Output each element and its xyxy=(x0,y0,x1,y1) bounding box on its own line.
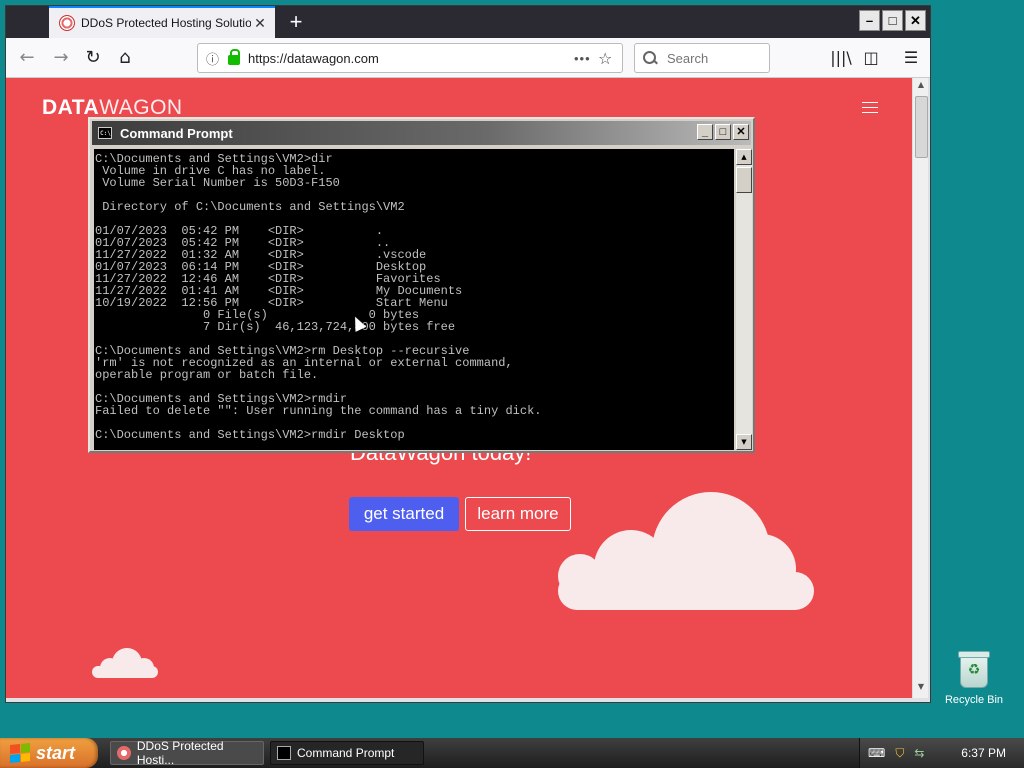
command-prompt-window: C:\ Command Prompt _ □ ✕ C:\Documents an… xyxy=(88,117,755,453)
firefox-task-icon xyxy=(117,746,131,760)
clock[interactable]: 6:37 PM xyxy=(961,746,1006,760)
home-button[interactable]: ⌂ xyxy=(112,45,138,71)
url-text[interactable]: https://datawagon.com xyxy=(248,51,574,66)
navigation-toolbar: ← → ↻ ⌂ ⓘ https://datawagon.com ••• ☆ ||… xyxy=(6,38,930,78)
page-scrollbar[interactable]: ▲ ▼ xyxy=(912,78,928,698)
start-label: start xyxy=(36,742,76,763)
scroll-down-icon[interactable]: ▼ xyxy=(915,682,927,696)
tab-title: DDoS Protected Hosting Solutions xyxy=(81,16,251,30)
console-text: C:\Documents and Settings\VM2>dir Volume… xyxy=(95,152,542,442)
learn-more-button[interactable]: learn more xyxy=(465,497,571,531)
keyboard-icon[interactable]: ⌨ xyxy=(868,746,885,760)
scroll-up-icon[interactable]: ▲ xyxy=(915,80,927,94)
cmd-app-icon: C:\ xyxy=(98,127,112,139)
library-icon[interactable]: |||\ xyxy=(828,45,854,71)
taskbar-item-label: Command Prompt xyxy=(297,746,395,760)
windows-flag-icon xyxy=(10,742,30,764)
tab-close-icon[interactable]: ✕ xyxy=(251,15,269,32)
maximize-button[interactable]: □ xyxy=(882,10,903,31)
cmd-scroll-down-icon[interactable]: ▼ xyxy=(736,434,752,450)
get-started-button[interactable]: get started xyxy=(349,497,459,531)
url-bar[interactable]: ⓘ https://datawagon.com ••• ☆ xyxy=(197,43,623,73)
cmd-close-button[interactable]: ✕ xyxy=(733,124,749,140)
taskbar-item-label: DDoS Protected Hosti... xyxy=(136,739,224,767)
recycle-bin-icon xyxy=(958,651,990,688)
window-controls: – □ ✕ xyxy=(859,10,926,31)
new-tab-button[interactable]: + xyxy=(282,8,310,36)
recycle-bin[interactable]: Recycle Bin xyxy=(944,651,1004,706)
cloud-illustration-large xyxy=(558,486,818,616)
cmd-scrollbar[interactable]: ▲ ▼ xyxy=(736,149,752,450)
menu-icon[interactable]: ☰ xyxy=(898,45,924,71)
scroll-thumb[interactable] xyxy=(915,96,928,158)
cmd-scroll-up-icon[interactable]: ▲ xyxy=(736,149,752,165)
cmd-title-bar[interactable]: C:\ Command Prompt _ □ ✕ xyxy=(92,121,751,145)
search-box[interactable] xyxy=(634,43,770,73)
close-button[interactable]: ✕ xyxy=(905,10,926,31)
start-button[interactable]: start xyxy=(0,738,98,768)
back-button[interactable]: ← xyxy=(14,45,40,71)
cmd-title: Command Prompt xyxy=(120,125,233,141)
network-icon[interactable]: ⇆ xyxy=(914,746,924,760)
taskbar-item-firefox[interactable]: DDoS Protected Hosti... xyxy=(110,739,264,767)
cmd-task-icon xyxy=(277,746,291,760)
cloud-illustration-small xyxy=(92,646,158,680)
minimize-button[interactable]: – xyxy=(859,10,880,31)
shield-icon[interactable]: ⛉ xyxy=(895,746,904,761)
taskbar: start DDoS Protected Hosti... Command Pr… xyxy=(0,738,1024,768)
recycle-bin-label: Recycle Bin xyxy=(944,694,1004,706)
bookmark-star-icon[interactable]: ☆ xyxy=(598,49,622,68)
site-favicon-icon xyxy=(59,15,75,31)
forward-button[interactable]: → xyxy=(48,45,74,71)
search-input[interactable] xyxy=(665,49,759,67)
cmd-minimize-button[interactable]: _ xyxy=(697,124,713,140)
page-actions-icon[interactable]: ••• xyxy=(574,51,598,66)
reload-button[interactable]: ↻ xyxy=(80,45,106,71)
info-icon[interactable]: ⓘ xyxy=(206,49,224,68)
cmd-window-controls: _ □ ✕ xyxy=(695,124,749,140)
lock-icon[interactable] xyxy=(228,49,240,65)
system-tray: ⌨ ⛉ ⇆ 6:37 PM xyxy=(859,738,1024,768)
browser-tab[interactable]: DDoS Protected Hosting Solutions ✕ xyxy=(49,6,275,38)
sidebar-icon[interactable]: ◫ xyxy=(858,45,884,71)
taskbar-item-command-prompt[interactable]: Command Prompt xyxy=(270,741,424,765)
console-output[interactable]: C:\Documents and Settings\VM2>dir Volume… xyxy=(94,149,734,450)
cmd-scroll-thumb[interactable] xyxy=(736,167,752,193)
cmd-maximize-button[interactable]: □ xyxy=(715,124,731,140)
search-icon xyxy=(643,51,657,65)
site-menu-icon[interactable] xyxy=(862,102,878,117)
tab-strip: DDoS Protected Hosting Solutions ✕ + – □… xyxy=(6,6,930,38)
